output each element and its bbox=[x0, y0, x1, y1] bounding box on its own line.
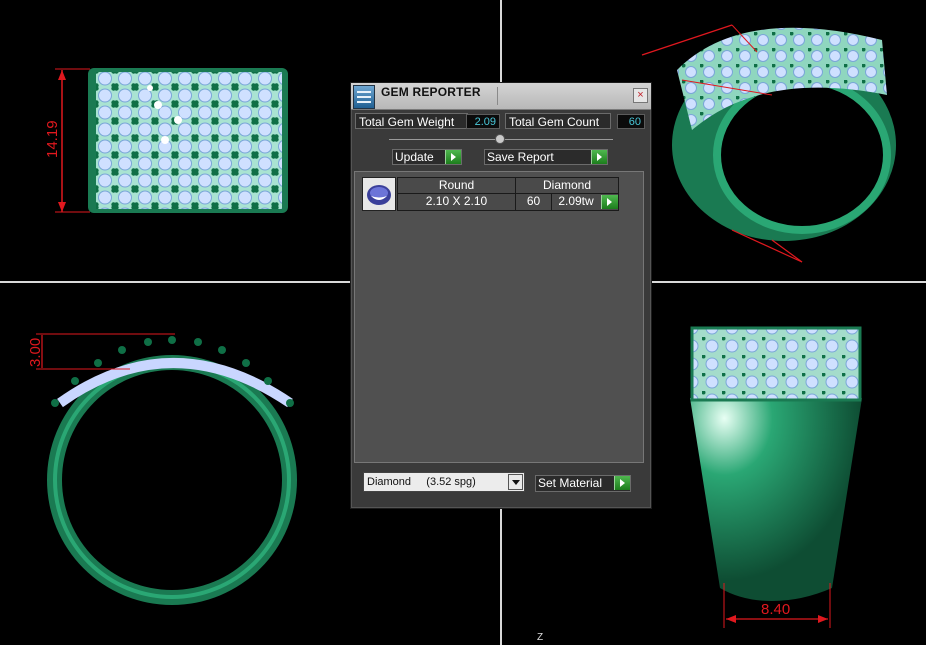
play-icon bbox=[614, 476, 630, 490]
round-gem-icon bbox=[367, 185, 391, 205]
play-icon bbox=[591, 150, 607, 164]
total-weight-value: 2.09 bbox=[466, 114, 500, 129]
dimension-height: 14.19 bbox=[44, 120, 61, 158]
total-count-value: 60 bbox=[617, 114, 645, 129]
material-select[interactable]: Diamond (3.52 spg) bbox=[363, 472, 525, 492]
gem-count: 60 bbox=[516, 194, 552, 210]
dialog-title: GEM REPORTER bbox=[381, 85, 481, 99]
gem-weight: 2.09tw bbox=[558, 194, 594, 208]
gem-size: 2.10 X 2.10 bbox=[398, 194, 516, 210]
table-row[interactable]: Round Diamond 2.10 X 2.10 60 2.09tw bbox=[397, 177, 619, 211]
play-icon bbox=[445, 150, 461, 164]
gem-shape: Round bbox=[398, 178, 516, 194]
gem-reporter-dialog: GEM REPORTER × Total Gem Weight 2.09 Tot… bbox=[350, 82, 652, 509]
gem-material: Diamond bbox=[516, 178, 618, 194]
pave-grid bbox=[96, 72, 282, 209]
pave-side bbox=[690, 326, 862, 402]
set-material-button[interactable]: Set Material bbox=[535, 475, 631, 492]
title-separator bbox=[497, 87, 498, 105]
gem-reporter-app-icon bbox=[353, 85, 375, 109]
close-button[interactable]: × bbox=[633, 88, 648, 103]
chevron-down-icon[interactable] bbox=[508, 474, 523, 490]
material-select-value: Diamond (3.52 spg) bbox=[367, 476, 476, 488]
dimension-thickness: 3.00 bbox=[27, 338, 44, 367]
total-weight-label: Total Gem Weight bbox=[355, 113, 468, 129]
save-report-button-label: Save Report bbox=[487, 150, 554, 164]
gem-thumbnail[interactable] bbox=[362, 177, 396, 211]
splitter-handle[interactable] bbox=[495, 134, 505, 144]
gem-list[interactable]: Round Diamond 2.10 X 2.10 60 2.09tw bbox=[354, 171, 644, 463]
set-material-button-label: Set Material bbox=[538, 476, 603, 490]
total-count-label: Total Gem Count bbox=[505, 113, 611, 129]
save-report-button[interactable]: Save Report bbox=[484, 149, 608, 165]
gem-row-go-button[interactable] bbox=[601, 195, 618, 209]
update-button[interactable]: Update bbox=[392, 149, 462, 165]
titlebar[interactable]: GEM REPORTER × bbox=[351, 83, 651, 110]
update-button-label: Update bbox=[395, 150, 434, 164]
ring-side-band bbox=[690, 398, 862, 601]
axis-label: Z bbox=[537, 632, 544, 643]
dimension-width: 8.40 bbox=[761, 601, 790, 618]
